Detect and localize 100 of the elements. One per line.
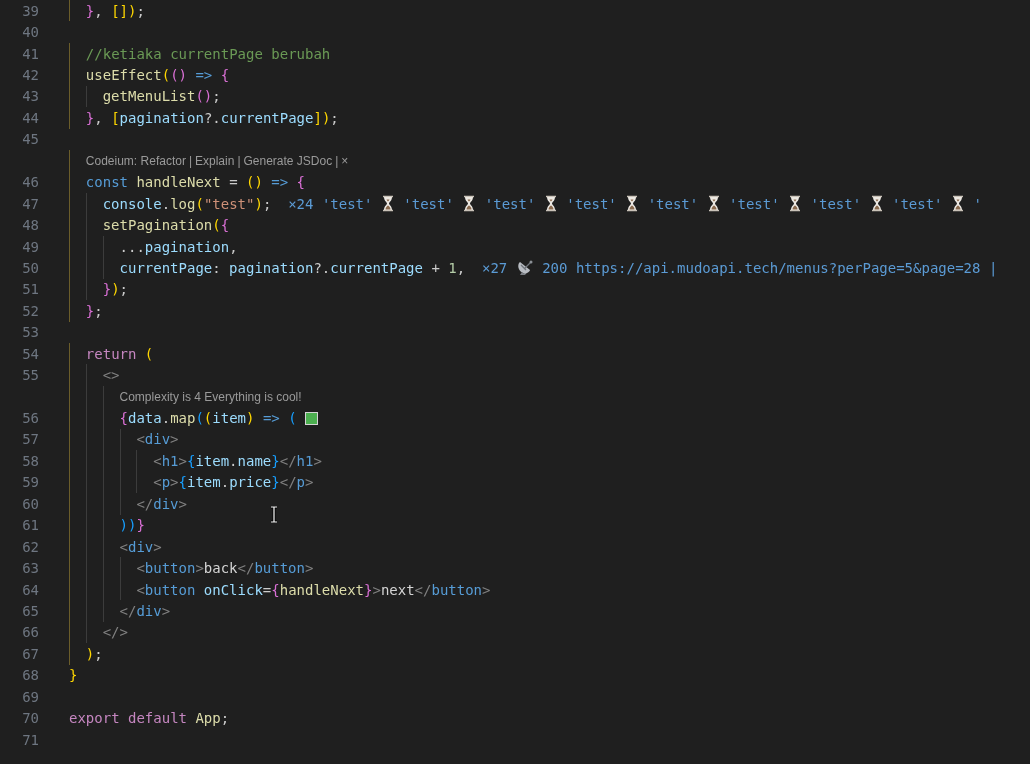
code-token: { [220,67,230,84]
line-number: 42 [21,67,39,84]
code-token: p [296,474,305,491]
line-number: 40 [21,24,39,41]
line-number: 39 [21,2,39,19]
code-token: < [153,474,162,491]
inline-log-hint: 'test' [402,195,455,212]
code-token: item [186,474,221,491]
code-token: ; [212,88,221,105]
close-button[interactable]: × [341,153,349,168]
code-token: handleNext [136,174,221,191]
line-number: 62 [21,538,39,555]
code-token: []) [111,2,137,19]
code-token: > [372,581,381,598]
line-number: 69 [21,688,39,705]
line-number: 71 [21,731,39,748]
code-token: item [195,452,230,469]
code-token: </> [102,624,128,641]
code-token: < [119,538,128,555]
code-token: data [127,410,162,427]
code-token: < [136,581,145,598]
code-token: . [220,474,230,491]
inline-log-hint: 'test' [890,195,944,212]
code-token: < [136,431,145,448]
code-token: <> [102,367,120,384]
line-number: 60 [21,495,39,512]
code-token: App [195,710,221,727]
hourglass-icon [380,195,395,213]
code-token: , [94,109,104,126]
code-token: ?. [313,259,331,276]
codelens-link[interactable]: Codeium: Refactor [85,153,186,168]
code-token: ( [195,410,204,427]
code-token: currentPage [330,259,423,276]
code-token: getMenuList [102,88,196,105]
code-token: div [127,538,154,555]
code-token: { [186,452,196,469]
code-token: . [229,452,238,469]
code-token: { [271,581,280,598]
code-token: => [270,174,290,191]
code-token: </ [119,602,137,619]
codelens-text: Complexity is 4 Everything is cool! [119,389,302,404]
code-token: [ [111,109,120,126]
code-token: div [153,495,179,512]
code-token: ; [330,109,339,126]
code-token: "test" [203,195,255,212]
line-number: 63 [21,560,39,577]
code-token: ; [262,195,272,212]
code-token: button [144,560,196,577]
code-token: 1 [448,259,457,276]
code-token: = [228,174,239,191]
line-number: 64 [21,581,39,598]
code-token: name [237,452,272,469]
code-token: => [261,410,281,427]
hourglass-icon [625,195,640,213]
code-token: div [136,602,162,619]
code-token: > [482,581,491,598]
code-token: next [380,581,415,598]
code-token: > [305,560,314,577]
code-token: ... [119,238,145,255]
code-token: { [220,217,230,234]
code-token: < [153,452,162,469]
codelens-link[interactable]: Generate JSDoc [243,153,333,168]
codelens-link[interactable]: Explain [195,153,235,168]
code-token: } [136,517,145,534]
line-number: 50 [21,259,39,276]
code-token: pagination [119,109,204,126]
code-token: currentPage [119,259,213,276]
code-token: div [144,431,171,448]
code-token: } [85,302,95,319]
inline-log-hint: 200 https://api.mudoapi.tech/menus?perPage=5&page=28 | [541,259,998,276]
code-token: handleNext [279,581,364,598]
code-token: () [246,174,263,191]
code-token: > [170,431,179,448]
satellite-dish-icon [515,259,534,277]
line-number: 54 [21,345,39,362]
code-token: . [161,410,171,427]
code-token: { [178,474,187,491]
line-number: 59 [21,474,39,491]
code-token: console [102,195,162,212]
code-token: ( [144,345,154,362]
code-token: pagination [144,238,230,255]
code-token: < [136,560,145,577]
code-token: () [170,67,187,84]
code-token: onClick [203,581,263,598]
code-token: { [119,410,128,427]
line-number: 51 [21,281,39,298]
code-token: ; [136,2,145,19]
code-token: ( [195,195,204,212]
code-token: > [161,602,171,619]
line-number: 44 [21,109,39,126]
code-token: ( [288,410,298,427]
line-number: 47 [21,195,39,212]
line-number: 49 [21,238,39,255]
inline-log-hint: 'test' [483,195,537,212]
code-token: > [153,538,162,555]
line-number: 46 [21,174,39,191]
inline-log-hint: 'test' [565,195,618,212]
hourglass-icon [869,195,884,213]
code-token: > [305,474,314,491]
inline-log-hint: ×27 [481,259,509,276]
